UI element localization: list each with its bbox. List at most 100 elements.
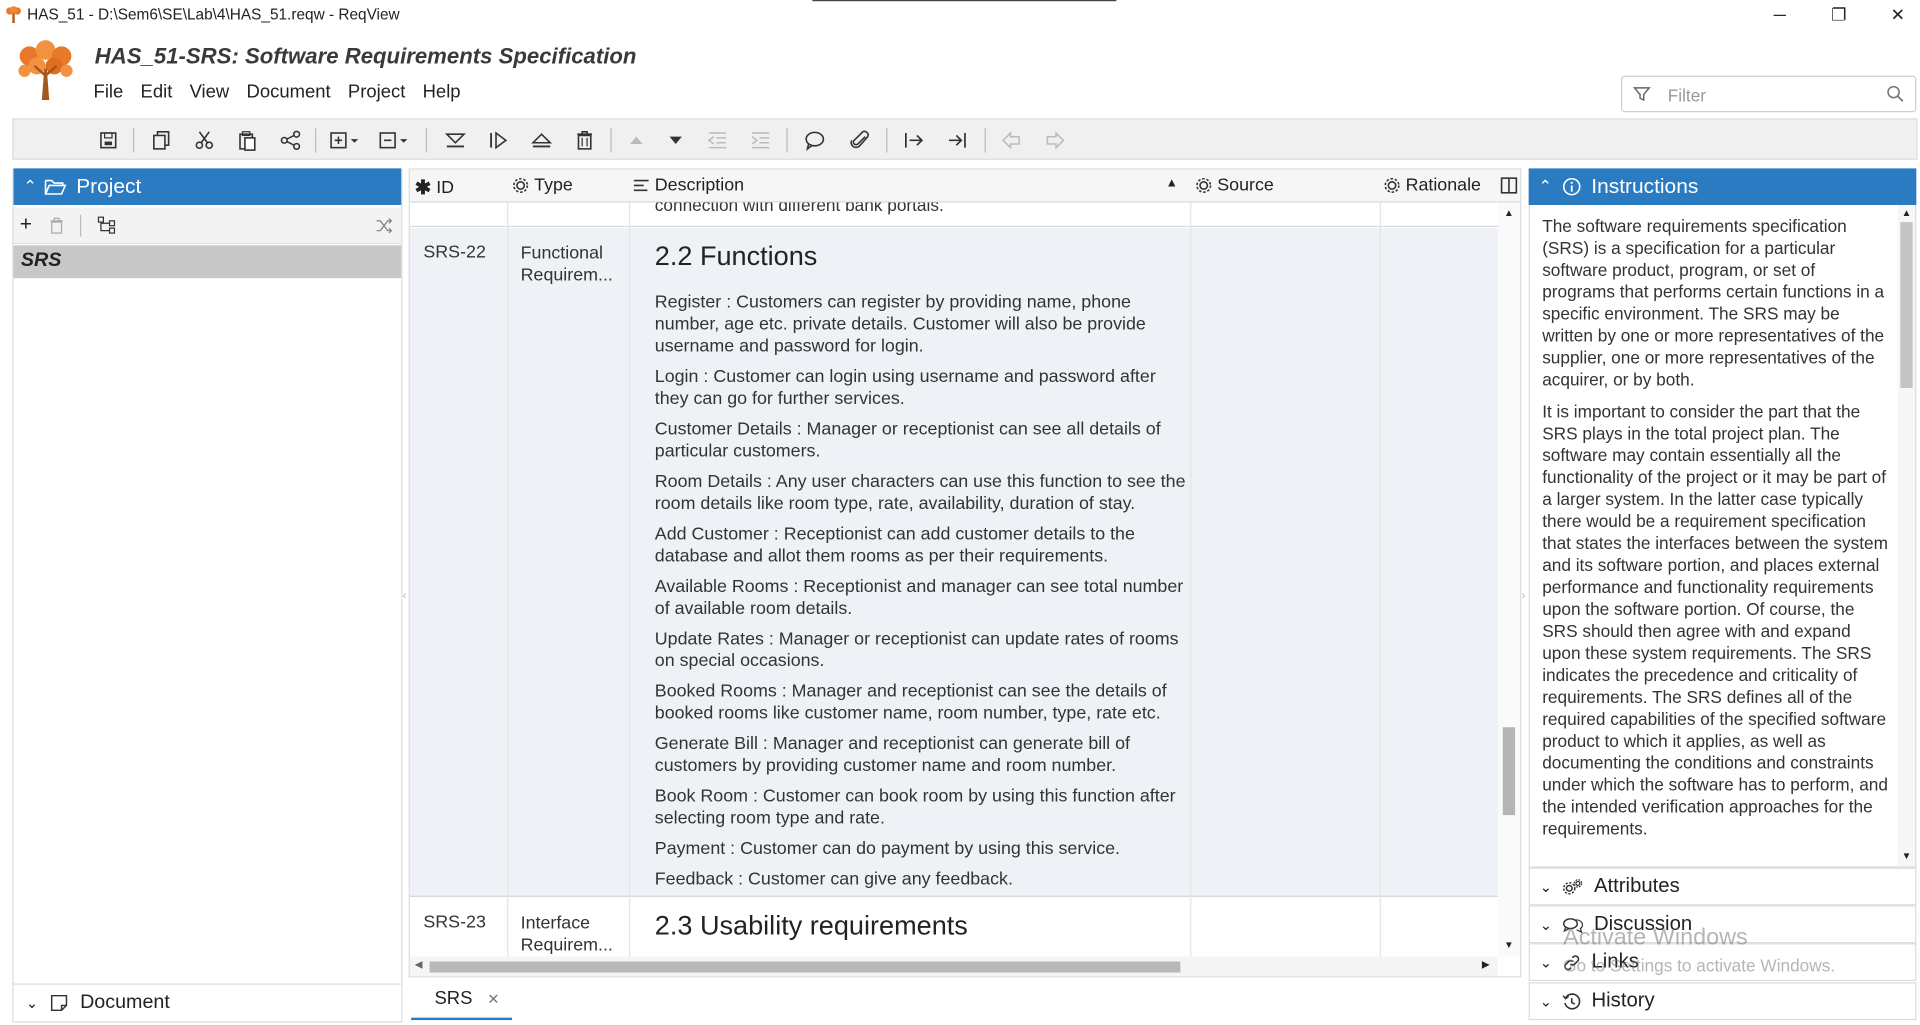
move-up-icon[interactable] bbox=[623, 127, 650, 154]
gear-icon bbox=[513, 177, 529, 193]
gear-icon bbox=[1196, 177, 1212, 193]
horizontal-scroll-thumb[interactable] bbox=[429, 961, 1181, 973]
scroll-up-icon[interactable]: ▲ bbox=[1902, 207, 1912, 218]
link-from-icon[interactable] bbox=[901, 127, 928, 154]
chevron-down-icon[interactable]: ⌄ bbox=[1540, 916, 1552, 933]
column-id[interactable]: ✱ ID bbox=[415, 176, 454, 200]
title-accent-line bbox=[812, 0, 1117, 2]
menu-file[interactable]: File bbox=[94, 82, 124, 103]
description-paragraph: Login : Customer can login using usernam… bbox=[654, 367, 1156, 409]
chevron-up-icon[interactable]: ⌃ bbox=[1539, 177, 1552, 197]
window-titlebar: HAS_51 - D:\Sem6\SE\Lab\4\HAS_51.reqw - … bbox=[0, 0, 1920, 29]
indent-icon[interactable] bbox=[747, 127, 774, 154]
collapse-dropdown-icon[interactable] bbox=[377, 127, 414, 154]
copy-icon[interactable] bbox=[148, 127, 175, 154]
chevron-down-icon[interactable]: ⌄ bbox=[1540, 878, 1552, 895]
table-row-srs-23[interactable]: SRS-23 Interface Requirem... 2.3 Usabili… bbox=[409, 898, 1498, 960]
row-id: SRS-22 bbox=[423, 242, 486, 263]
trash-icon[interactable] bbox=[49, 217, 64, 234]
description-paragraph: Generate Bill : Manager and receptionist… bbox=[654, 734, 1130, 777]
share-icon[interactable] bbox=[277, 127, 304, 154]
cut-off-description: connection with different bank portals. bbox=[654, 202, 944, 215]
outdent-icon[interactable] bbox=[704, 127, 731, 154]
description-paragraph: Room Details : Any user characters can u… bbox=[654, 472, 1186, 514]
close-button[interactable]: ✕ bbox=[1883, 2, 1913, 26]
menu-edit[interactable]: Edit bbox=[141, 82, 173, 103]
play-next-icon[interactable] bbox=[485, 127, 512, 154]
instructions-scrollbar[interactable]: ▲ ▼ bbox=[1897, 204, 1916, 867]
cut-icon[interactable] bbox=[191, 127, 218, 154]
chevron-down-icon[interactable]: ⌄ bbox=[1540, 993, 1552, 1010]
scroll-down-icon[interactable]: ▼ bbox=[1902, 850, 1912, 861]
gears-icon bbox=[1563, 878, 1583, 894]
link-to-icon[interactable] bbox=[944, 127, 971, 154]
forward-icon[interactable] bbox=[1041, 127, 1068, 154]
activation-watermark-subtitle: Go to Settings to activate Windows. bbox=[1563, 955, 1836, 975]
sort-ascending-icon[interactable]: ▲ bbox=[1166, 177, 1178, 190]
history-section[interactable]: ⌄ History bbox=[1528, 982, 1917, 1021]
filter-rows-icon[interactable] bbox=[442, 127, 469, 154]
project-panel-title: Project bbox=[76, 174, 142, 198]
shuffle-icon[interactable] bbox=[375, 218, 393, 234]
description-paragraph: Book Room : Customer can book room by us… bbox=[654, 787, 1176, 829]
chevron-up-icon[interactable]: ⌃ bbox=[23, 177, 36, 197]
save-icon[interactable] bbox=[95, 127, 122, 154]
instructions-panel-header[interactable]: ⌃ Instructions bbox=[1528, 168, 1917, 205]
column-type[interactable]: Type bbox=[512, 176, 573, 195]
table-row-srs-22[interactable]: SRS-22 Functional Requirem... 2.2 Functi… bbox=[409, 228, 1498, 897]
chevron-down-icon[interactable]: ⌄ bbox=[1540, 954, 1552, 971]
filter-input[interactable]: Filter bbox=[1620, 75, 1917, 113]
move-down-icon[interactable] bbox=[662, 127, 689, 154]
description-paragraph: Customer Details : Manager or receptioni… bbox=[654, 419, 1161, 462]
menu-help[interactable]: Help bbox=[423, 82, 461, 103]
tab-srs[interactable]: SRS ✕ bbox=[411, 979, 513, 1021]
scroll-left-icon[interactable]: ◀ bbox=[415, 959, 423, 970]
back-icon[interactable] bbox=[998, 127, 1025, 154]
vertical-scroll-thumb[interactable] bbox=[1502, 727, 1516, 816]
add-icon[interactable]: + bbox=[20, 212, 32, 236]
attachment-icon[interactable] bbox=[847, 127, 874, 154]
history-icon bbox=[1562, 992, 1581, 1009]
instructions-paragraph: The software requirements specification … bbox=[1542, 215, 1885, 390]
filter-placeholder: Filter bbox=[1667, 85, 1707, 105]
document-panel-header[interactable]: ⌄ Document bbox=[13, 983, 402, 1021]
description-paragraph: Update Rates : Manager or receptionist c… bbox=[654, 629, 1179, 672]
scroll-up-icon[interactable]: ▲ bbox=[1504, 207, 1514, 218]
paste-icon[interactable] bbox=[234, 127, 261, 154]
description-paragraph: Register : Customers can register by pro… bbox=[654, 292, 1146, 357]
grid-horizontal-scrollbar[interactable]: ◀ ▶ bbox=[409, 956, 1498, 977]
document-icon bbox=[51, 994, 68, 1011]
tree-item-srs[interactable]: SRS bbox=[13, 245, 402, 279]
column-rationale[interactable]: Rationale bbox=[1383, 176, 1481, 195]
project-panel-header[interactable]: ⌃ Project bbox=[13, 168, 402, 205]
folder-open-icon bbox=[44, 179, 67, 195]
maximize-button[interactable]: ❐ bbox=[1824, 2, 1854, 26]
eject-icon[interactable] bbox=[528, 127, 555, 154]
menu-view[interactable]: View bbox=[190, 82, 230, 103]
scroll-down-icon[interactable]: ▼ bbox=[1504, 940, 1514, 951]
menu-project[interactable]: Project bbox=[348, 82, 405, 103]
column-source[interactable]: Source bbox=[1195, 176, 1274, 195]
instructions-title: Instructions bbox=[1591, 174, 1699, 198]
grid-vertical-scrollbar[interactable]: ▲ ▼ bbox=[1497, 202, 1521, 957]
search-icon[interactable] bbox=[1886, 84, 1906, 104]
tree-structure-icon[interactable] bbox=[97, 216, 117, 236]
info-icon bbox=[1562, 177, 1581, 196]
minimize-button[interactable]: ─ bbox=[1765, 2, 1795, 26]
delete-icon[interactable] bbox=[571, 127, 598, 154]
window-title: HAS_51 - D:\Sem6\SE\Lab\4\HAS_51.reqw - … bbox=[27, 6, 400, 24]
chevron-down-icon[interactable]: ⌄ bbox=[26, 994, 38, 1011]
menu-document[interactable]: Document bbox=[247, 82, 331, 103]
column-description[interactable]: Description bbox=[633, 176, 744, 195]
column-chooser-icon[interactable] bbox=[1500, 177, 1518, 194]
attributes-section[interactable]: ⌄ Attributes bbox=[1528, 867, 1917, 906]
scroll-right-icon[interactable]: ▶ bbox=[1482, 959, 1490, 970]
insert-dropdown-icon[interactable] bbox=[327, 127, 364, 154]
instructions-paragraph: It is important to consider the part tha… bbox=[1542, 401, 1888, 839]
left-splitter-icon[interactable]: ‹ bbox=[402, 589, 406, 602]
right-splitter-icon[interactable]: › bbox=[1521, 589, 1525, 602]
close-tab-icon[interactable]: ✕ bbox=[487, 990, 499, 1007]
instructions-scroll-thumb[interactable] bbox=[1900, 222, 1913, 389]
comment-icon[interactable] bbox=[801, 127, 828, 154]
table-row-previous[interactable]: connection with different bank portals. bbox=[409, 202, 1498, 227]
